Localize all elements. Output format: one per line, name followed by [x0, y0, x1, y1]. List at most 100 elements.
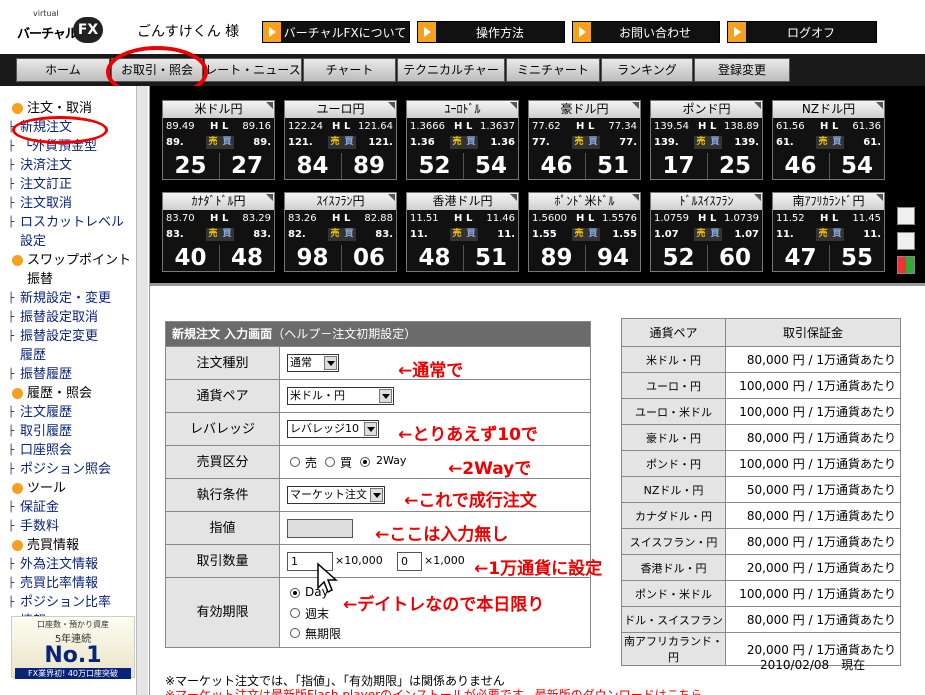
rate-bid-button[interactable]: 84 — [285, 153, 340, 179]
pair-select[interactable]: 米ドル・円 — [287, 387, 394, 405]
sidebar-item[interactable]: ├ 新規設定・変更 — [8, 289, 140, 308]
rate-bid-button[interactable]: 40 — [163, 245, 218, 271]
sidebar-item[interactable]: ├ 保証金 — [8, 498, 140, 517]
virtual-fx-logo[interactable]: virtual バーチャル FX — [15, 9, 105, 47]
rate-bid-button[interactable]: 46 — [773, 153, 828, 179]
rate-int-row: 61. 売買 61. — [773, 135, 884, 150]
rate-card[interactable]: 豪ドル円 77.62 H L 77.34 77. 売買 77. 46 51 — [528, 100, 641, 180]
rate-ask-button[interactable]: 54 — [463, 153, 518, 179]
rate-h-label: H — [332, 213, 341, 224]
nav-mini-chart[interactable]: ミニチャート — [506, 58, 600, 82]
rate-ask-button[interactable]: 06 — [341, 245, 396, 271]
exec-select[interactable]: マーケット注文 — [287, 486, 385, 504]
rate-card[interactable]: ポンド円 139.54 H L 138.89 139. 売買 139. 17 25 — [650, 100, 763, 180]
sidebar-item-label: 手数料 — [20, 519, 60, 534]
contact-button[interactable]: お問い合わせ — [572, 21, 720, 43]
rate-bid-button[interactable]: 46 — [529, 153, 584, 179]
expiry-indefinite-radio[interactable] — [290, 628, 300, 638]
sidebar-item[interactable]: ├ ロスカットレベル 設定 — [8, 213, 140, 251]
about-button[interactable]: バーチャルFXについて — [262, 21, 410, 43]
rate-bid-int: 83. — [166, 229, 184, 240]
sidebar-item[interactable]: ├ 取引履歴 — [8, 422, 140, 441]
rate-bid-button[interactable]: 98 — [285, 245, 340, 271]
rate-low: 77.62 — [532, 121, 561, 132]
rate-bid-button[interactable]: 25 — [163, 153, 218, 179]
side-buy-radio[interactable] — [325, 457, 335, 467]
rate-card[interactable]: ｽｲｽﾌﾗﾝ円 83.26 H L 82.88 82. 売買 83. 98 06 — [284, 192, 397, 272]
sidebar-scrollbar[interactable] — [136, 86, 148, 695]
rate-card[interactable]: ｶﾅﾀﾞﾄﾞﾙ円 83.70 H L 83.29 83. 売買 83. 40 48 — [162, 192, 275, 272]
howto-button[interactable]: 操作方法 — [417, 21, 565, 43]
logoff-button[interactable]: ログオフ — [727, 21, 877, 43]
rate-ask-button[interactable]: 54 — [829, 153, 884, 179]
sidebar-item[interactable]: ├ 注文訂正 — [8, 175, 140, 194]
sidebar-item[interactable]: ├ 振替設定取消 — [8, 308, 140, 327]
color-view-icon[interactable] — [897, 256, 915, 274]
sidebar-item[interactable]: ├ 決済注文 — [8, 156, 140, 175]
rate-bid-button[interactable]: 89 — [529, 245, 584, 271]
expiry-day-radio[interactable] — [290, 588, 300, 598]
rate-l-label: L — [710, 121, 717, 132]
rate-high: 89.16 — [242, 121, 271, 132]
rate-ask-button[interactable]: 94 — [585, 245, 640, 271]
expiry-weekend-radio[interactable] — [290, 608, 300, 618]
rate-high: 11.46 — [486, 213, 515, 224]
sidebar-item[interactable]: ├ 注文取消 — [8, 194, 140, 213]
sidebar-item[interactable]: ├ 口座照会 — [8, 441, 140, 460]
sidebar-item[interactable]: ├ 外為注文情報 — [8, 555, 140, 574]
rate-card[interactable]: ﾕｰﾛﾄﾞﾙ 1.3666 H L 1.3637 1.36 売買 1.36 52 54 — [406, 100, 519, 180]
rate-ask-button[interactable]: 48 — [219, 245, 274, 271]
qty-unit-1000: ×1,000 — [424, 554, 465, 567]
rate-bid-button[interactable]: 17 — [651, 153, 706, 179]
grid-view-icon[interactable] — [897, 207, 915, 225]
rate-card[interactable]: ユーロ円 122.24 H L 121.64 121. 売買 121. 84 89 — [284, 100, 397, 180]
rate-card[interactable]: 香港ドル円 11.51 H L 11.46 11. 売買 11. 48 51 — [406, 192, 519, 272]
rate-h-label: H — [820, 121, 829, 132]
row-pair: 通貨ペア 米ドル・円 — [166, 379, 590, 412]
rate-ask-button[interactable]: 55 — [829, 245, 884, 271]
leverage-select[interactable]: レバレッジ10 — [287, 420, 379, 438]
nav-home[interactable]: ホーム — [16, 58, 110, 82]
rate-sell-label: 売 — [694, 228, 708, 241]
form-title-help[interactable]: （ヘルプ－注文初期設定） — [272, 327, 416, 341]
rate-card[interactable]: 南ｱﾌﾘｶﾗﾝﾄﾞ円 11.52 H L 11.45 11. 売買 11. 47 55 — [772, 192, 885, 272]
sidebar-item[interactable]: ├ 振替履歴 — [8, 365, 140, 384]
rate-card[interactable]: 米ドル円 89.49 H L 89.16 89. 売買 89. 25 27 — [162, 100, 275, 180]
rate-ask-button[interactable]: 25 — [707, 153, 762, 179]
side-2way-radio[interactable] — [360, 457, 370, 467]
rate-ask-button[interactable]: 60 — [707, 245, 762, 271]
rate-bid-button[interactable]: 52 — [407, 153, 462, 179]
margin-date: 2010/02/08 現在 — [760, 658, 866, 672]
price-input[interactable] — [287, 519, 353, 538]
sidebar-item[interactable]: ├ 注文履歴 — [8, 403, 140, 422]
exec-value: マーケット注文 — [290, 488, 367, 501]
side-sell-radio[interactable] — [290, 457, 300, 467]
tree-branch-icon: ├ — [8, 198, 15, 209]
sidebar-item[interactable]: ├ 振替設定変更 履歴 — [8, 327, 140, 365]
rate-card[interactable]: ﾄﾞﾙｽｲｽﾌﾗﾝ 1.0759 H L 1.0739 1.07 売買 1.07 52 60 — [650, 192, 763, 272]
rate-bid-button[interactable]: 52 — [651, 245, 706, 271]
rate-ask-button[interactable]: 27 — [219, 153, 274, 179]
order-type-select[interactable]: 通常 — [287, 354, 339, 372]
rate-bid-button[interactable]: 47 — [773, 245, 828, 271]
rate-ask-button[interactable]: 51 — [585, 153, 640, 179]
nav-chart[interactable]: チャート — [303, 58, 396, 82]
sidebar-item[interactable]: ├ ポジション照会 — [8, 460, 140, 479]
rate-ask-button[interactable]: 51 — [463, 245, 518, 271]
promo-banner[interactable]: 口座数・預かり資産 5年連続 No.1 FX業界初! 40万口座突破 — [11, 616, 135, 679]
nav-rate-news[interactable]: レート・ニュース — [204, 58, 302, 82]
list-view-icon[interactable] — [897, 232, 915, 250]
rate-ask-button[interactable]: 89 — [341, 153, 396, 179]
nav-ranking[interactable]: ランキング — [601, 58, 693, 82]
nav-account-change[interactable]: 登録変更 — [694, 58, 790, 82]
nav-technical-chart[interactable]: テクニカルチャート — [397, 58, 505, 99]
rate-high: 1.5576 — [602, 213, 637, 224]
sidebar-item[interactable]: ├ 売買比率情報 — [8, 574, 140, 593]
rate-card[interactable]: NZドル円 61.56 H L 61.36 61. 売買 61. 46 54 — [772, 100, 885, 180]
rate-card[interactable]: ﾎﾟﾝﾄﾞ米ﾄﾞﾙ 1.5600 H L 1.5576 1.55 売買 1.55 89 94 — [528, 192, 641, 272]
sidebar-item[interactable]: ├ 手数料 — [8, 517, 140, 536]
qty-1000-input[interactable]: 0 — [397, 552, 422, 571]
rate-bid-button[interactable]: 48 — [407, 245, 462, 271]
rate-bid-int: 139. — [654, 137, 679, 148]
footer-note-2[interactable]: ※マーケット注文は最新版Flash playerのインストールが必要です。最新版… — [165, 686, 703, 695]
